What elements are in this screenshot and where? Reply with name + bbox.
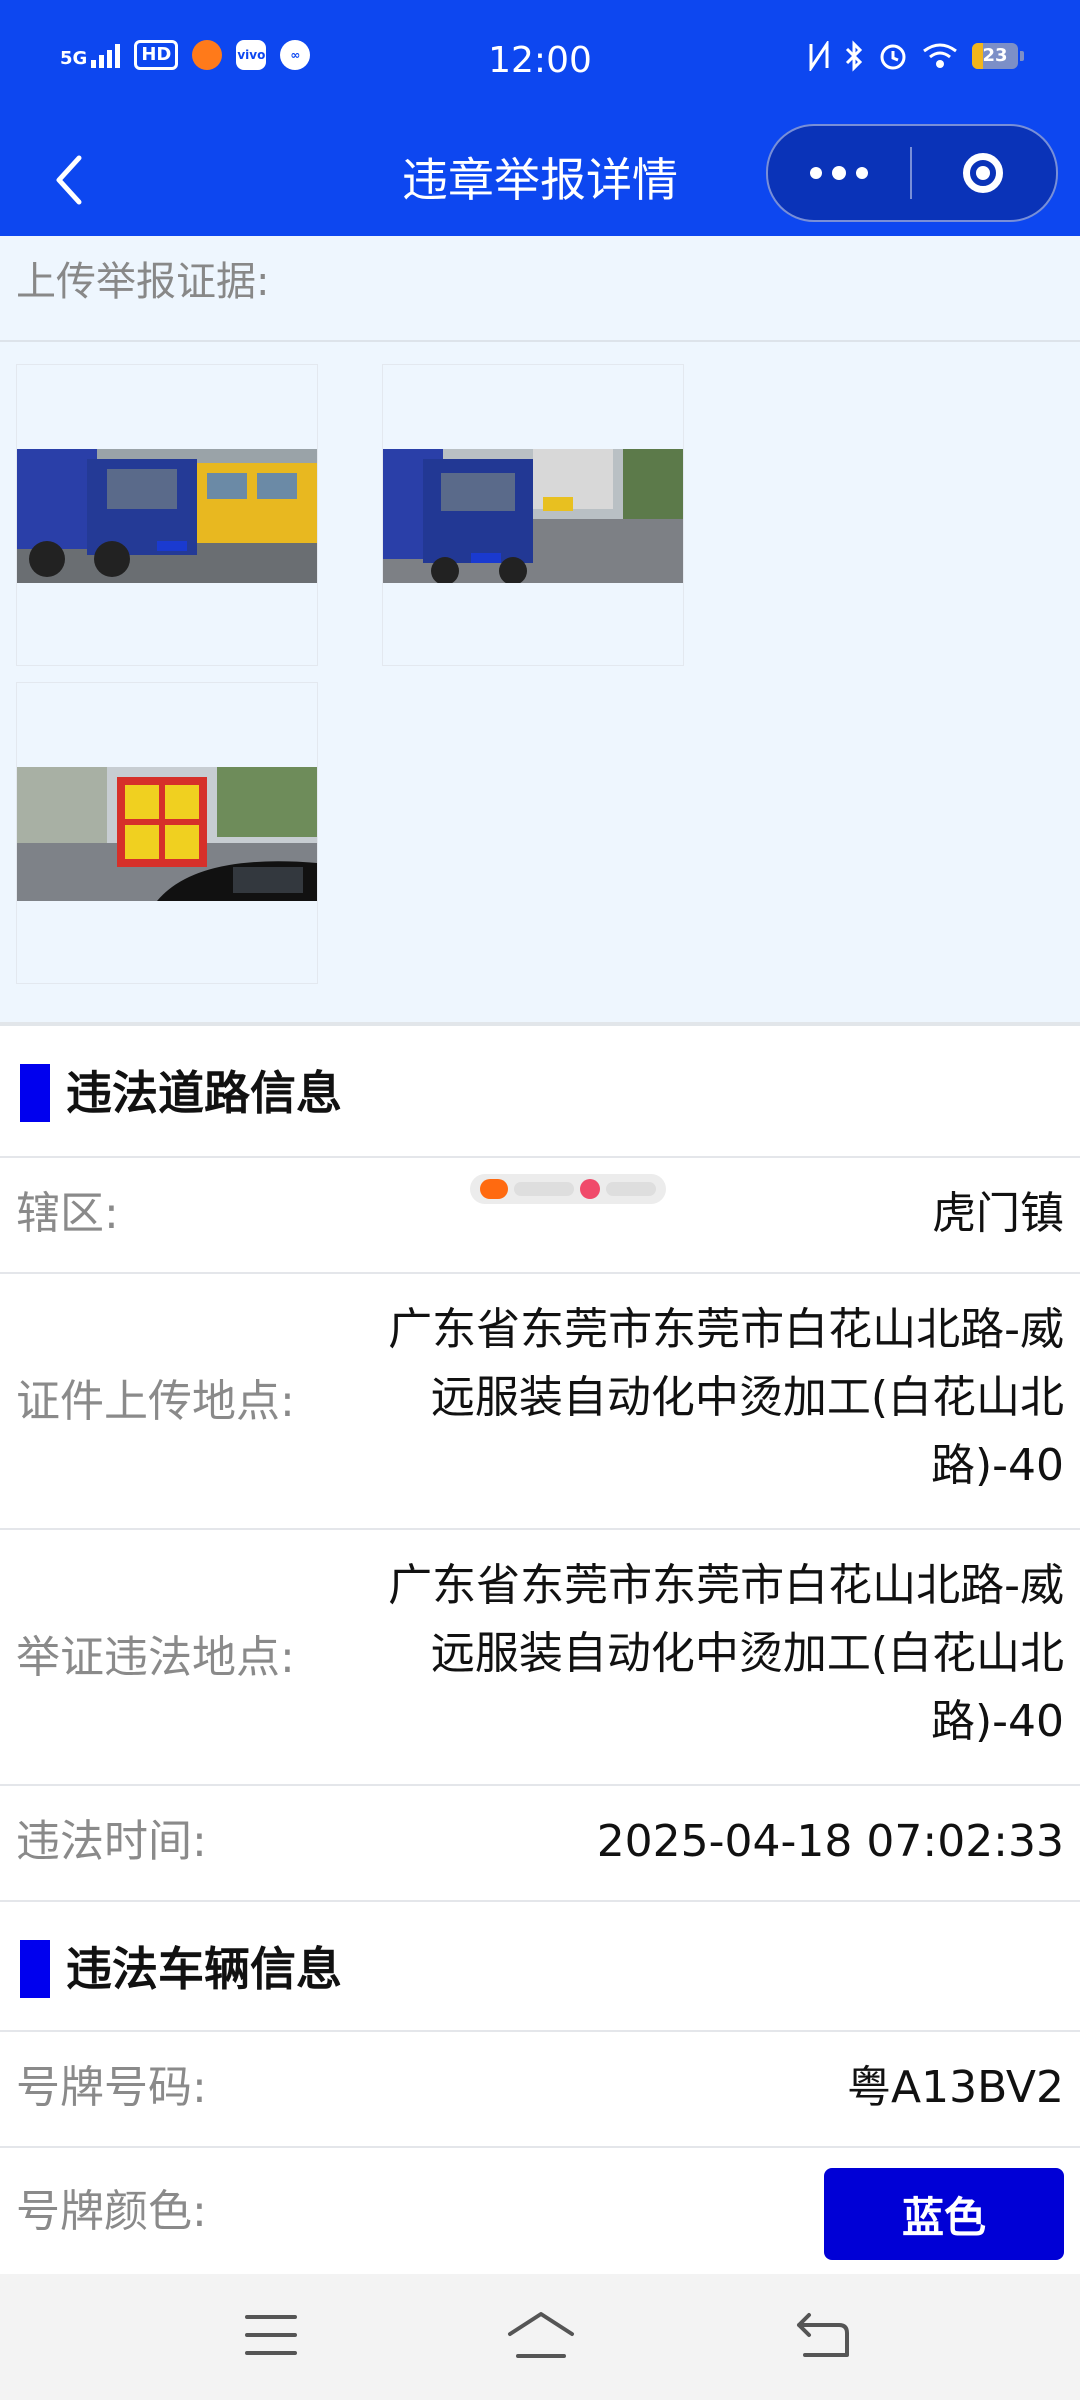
watermark-text — [606, 1182, 656, 1196]
row-label: 号牌颜色: — [16, 2186, 207, 2237]
section-accent-bar — [20, 1940, 50, 1998]
evidence-title: 上传举报证据: — [16, 259, 270, 305]
info-row-violation-time: 违法时间: 2025-04-18 07:02:33 — [0, 1784, 1080, 1900]
truck-banner-photo-3 — [17, 767, 317, 901]
plate-color-tag: 蓝色 — [824, 2168, 1064, 2260]
nfc-icon — [809, 41, 829, 71]
vehicle-section-title: 违法车辆信息 — [66, 1942, 342, 1996]
watermark-logo-icon — [480, 1179, 508, 1199]
battery-fill — [972, 43, 983, 69]
row-label: 证件上传地点: — [16, 1376, 295, 1427]
row-value: 广东省东莞市东莞市白花山北路-威远服装自动化中烫加工(白花山北路)-40 — [388, 1560, 1064, 1747]
back-icon — [797, 2313, 849, 2357]
system-nav-bar — [0, 2274, 1080, 2400]
row-value: 广东省东莞市东莞市白花山北路-威远服装自动化中烫加工(白花山北路)-40 — [388, 1304, 1064, 1491]
info-row-upload-location: 证件上传地点: 广东省东莞市东莞市白花山北路-威远服装自动化中烫加工(白花山北路… — [0, 1272, 1080, 1528]
plate-number-value: 粤A13BV2 — [846, 2062, 1064, 2113]
miniprogram-capsule — [766, 124, 1058, 222]
evidence-section: 上传举报证据: — [0, 236, 1080, 1026]
close-miniprogram-button[interactable] — [912, 126, 1054, 220]
wifi-icon — [923, 43, 957, 68]
section-accent-bar — [20, 1064, 50, 1122]
watermark-badge — [470, 1174, 666, 1204]
divider — [0, 340, 1080, 342]
more-dots-icon — [810, 167, 822, 179]
battery-level: 23 — [982, 45, 1008, 66]
more-dot — [832, 166, 846, 180]
info-row-plate-number: 号牌号码: 粤A13BV2 — [0, 2030, 1080, 2146]
more-dot — [856, 167, 868, 179]
status-bar: 5G HD vivo ∞ 12:00 23 — [0, 0, 1080, 124]
evidence-photo-2[interactable] — [382, 364, 684, 666]
battery-indicator: 23 — [972, 43, 1024, 69]
truck-street-photo-2 — [383, 449, 683, 583]
back-button[interactable] — [36, 148, 100, 212]
row-label: 违法时间: — [16, 1816, 207, 1867]
evidence-photo-1[interactable] — [16, 364, 318, 666]
road-section-title: 违法道路信息 — [66, 1066, 342, 1120]
row-value: 虎门镇 — [932, 1188, 1064, 1239]
alarm-icon — [880, 44, 906, 70]
nav-bar: 违章举报详情 — [0, 124, 1080, 236]
watermark-badge-icon — [580, 1179, 600, 1199]
watermark-text — [514, 1182, 574, 1196]
row-label: 辖区: — [16, 1188, 119, 1239]
road-section-header: 违法道路信息 — [0, 1026, 1080, 1156]
row-value: 2025-04-18 07:02:33 — [596, 1816, 1064, 1867]
menu-button[interactable] — [226, 2302, 316, 2368]
back-nav-button[interactable] — [778, 2302, 868, 2368]
chevron-left-icon — [56, 155, 82, 205]
target-icon — [963, 153, 1003, 193]
info-row-plate-color: 号牌颜色: 蓝色 — [0, 2146, 1080, 2274]
row-label: 号牌号码: — [16, 2062, 207, 2113]
truck-street-photo-1 — [17, 449, 317, 583]
evidence-photo-3[interactable] — [16, 682, 318, 984]
more-button[interactable] — [768, 126, 910, 220]
menu-icon — [245, 2315, 297, 2355]
home-button[interactable] — [496, 2302, 586, 2368]
vehicle-section-header: 违法车辆信息 — [0, 1900, 1080, 2030]
status-right: 23 — [808, 40, 1024, 72]
row-label: 举证违法地点: — [16, 1632, 295, 1683]
info-row-violation-location: 举证违法地点: 广东省东莞市东莞市白花山北路-威远服装自动化中烫加工(白花山北路… — [0, 1528, 1080, 1784]
home-icon — [508, 2312, 574, 2358]
bluetooth-icon — [845, 40, 863, 72]
